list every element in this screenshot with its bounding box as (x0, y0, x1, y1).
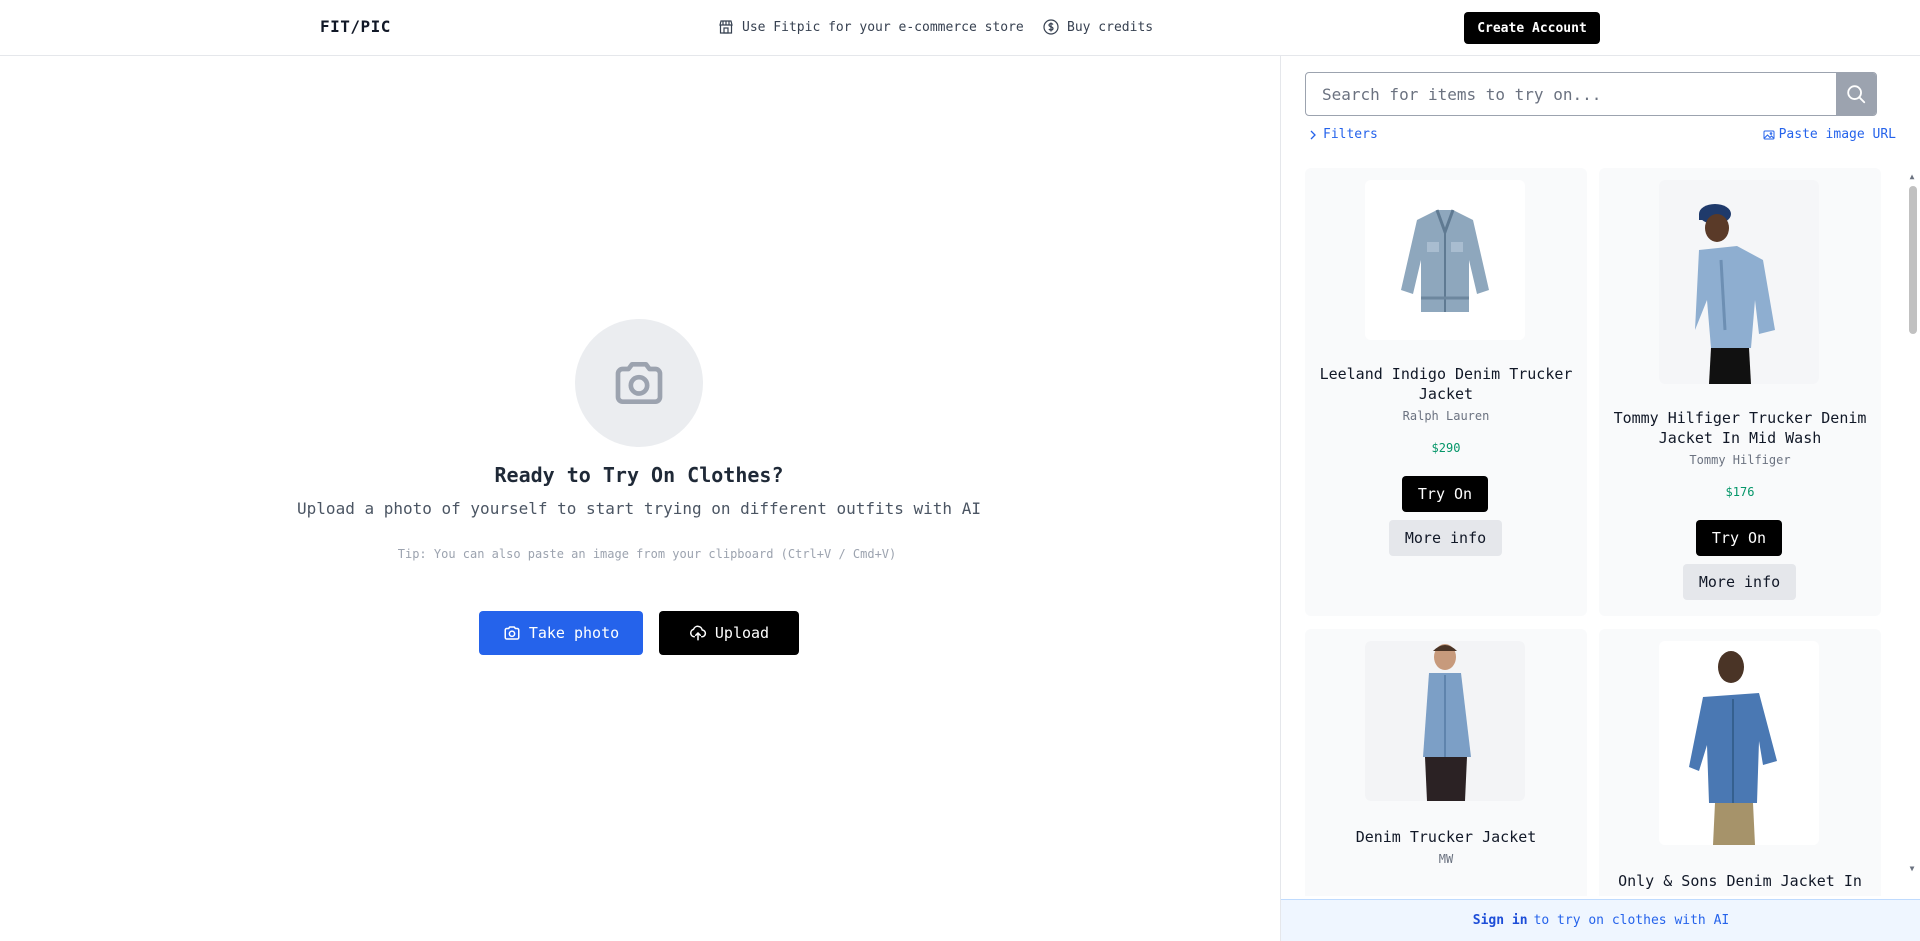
paste-image-url-link[interactable]: Paste image URL (1763, 127, 1896, 142)
scrollbar-thumb[interactable] (1909, 186, 1917, 334)
product-title: Only & Sons Denim Jacket In (1618, 872, 1862, 890)
filters-label: Filters (1323, 127, 1378, 142)
try-on-button[interactable]: Try On (1402, 476, 1488, 512)
signin-link[interactable]: Sign in (1473, 913, 1528, 928)
more-info-button[interactable]: More info (1683, 564, 1796, 600)
image-icon (1763, 130, 1775, 139)
product-card: Leeland Indigo Denim Trucker Jacket Ralp… (1305, 168, 1587, 616)
store-icon (719, 20, 733, 34)
more-info-button[interactable]: More info (1389, 520, 1502, 556)
product-card: Tommy Hilfiger Trucker Denim Jacket In M… (1599, 168, 1881, 616)
product-brand: Tommy Hilfiger (1689, 453, 1791, 467)
ecommerce-link-label: Use Fitpic for your e-commerce store (742, 19, 1024, 35)
dollar-circle-icon (1043, 19, 1059, 35)
product-title: Tommy Hilfiger Trucker Denim Jacket In M… (1613, 409, 1867, 447)
product-image[interactable] (1659, 180, 1819, 384)
product-panel: Filters Paste image URL Leeland Indigo D… (1280, 56, 1920, 941)
search-icon (1847, 85, 1866, 104)
paste-tip: Tip: You can also paste an image from yo… (397, 547, 897, 561)
paste-image-url-label: Paste image URL (1778, 127, 1896, 142)
signin-banner: Sign in to try on clothes with AI (1281, 899, 1920, 941)
search-box (1305, 72, 1877, 116)
buy-credits-link[interactable]: Buy credits (1043, 19, 1153, 35)
product-title: Leeland Indigo Denim Trucker Jacket (1319, 365, 1573, 403)
product-title: Denim Trucker Jacket (1355, 828, 1537, 846)
signin-text: to try on clothes with AI (1533, 913, 1730, 928)
chevron-right-icon (1310, 130, 1316, 139)
ready-subtitle: Upload a photo of yourself to start tryi… (297, 499, 981, 518)
product-image[interactable] (1659, 641, 1819, 845)
camera-icon (504, 626, 520, 640)
scroll-up-arrow[interactable]: ▲ (1907, 172, 1917, 182)
search-button[interactable] (1836, 73, 1876, 115)
upload-label: Upload (714, 624, 770, 642)
camera-icon (615, 362, 663, 404)
upload-button[interactable]: Upload (659, 611, 799, 655)
take-photo-button[interactable]: Take photo (479, 611, 643, 655)
search-input[interactable] (1306, 73, 1830, 115)
product-card: Denim Trucker Jacket MW (1305, 629, 1587, 896)
product-card: Only & Sons Denim Jacket In (1599, 629, 1881, 896)
camera-placeholder (575, 319, 703, 447)
create-account-button[interactable]: Create Account (1464, 12, 1600, 44)
product-brand: Ralph Lauren (1402, 409, 1490, 423)
filters-toggle[interactable]: Filters (1307, 127, 1378, 142)
scroll-down-arrow[interactable]: ▼ (1907, 864, 1917, 874)
ecommerce-link[interactable]: Use Fitpic for your e-commerce store (718, 19, 1024, 35)
upload-area: Ready to Try On Clothes? Upload a photo … (0, 56, 1280, 941)
ready-title: Ready to Try On Clothes? (494, 463, 784, 487)
product-image[interactable] (1365, 641, 1525, 801)
product-grid[interactable]: Leeland Indigo Denim Trucker Jacket Ralp… (1305, 168, 1881, 896)
logo[interactable]: FIT/PIC (320, 17, 391, 36)
product-image[interactable] (1365, 180, 1525, 340)
cloud-upload-icon (689, 625, 706, 641)
product-price: $176 (1725, 485, 1755, 499)
product-price: $290 (1431, 441, 1461, 455)
top-header: FIT/PIC Use Fitpic for your e-commerce s… (0, 0, 1920, 56)
try-on-button[interactable]: Try On (1696, 520, 1782, 556)
buy-credits-label: Buy credits (1067, 19, 1154, 35)
product-brand: MW (1438, 852, 1454, 866)
take-photo-label: Take photo (528, 624, 620, 642)
